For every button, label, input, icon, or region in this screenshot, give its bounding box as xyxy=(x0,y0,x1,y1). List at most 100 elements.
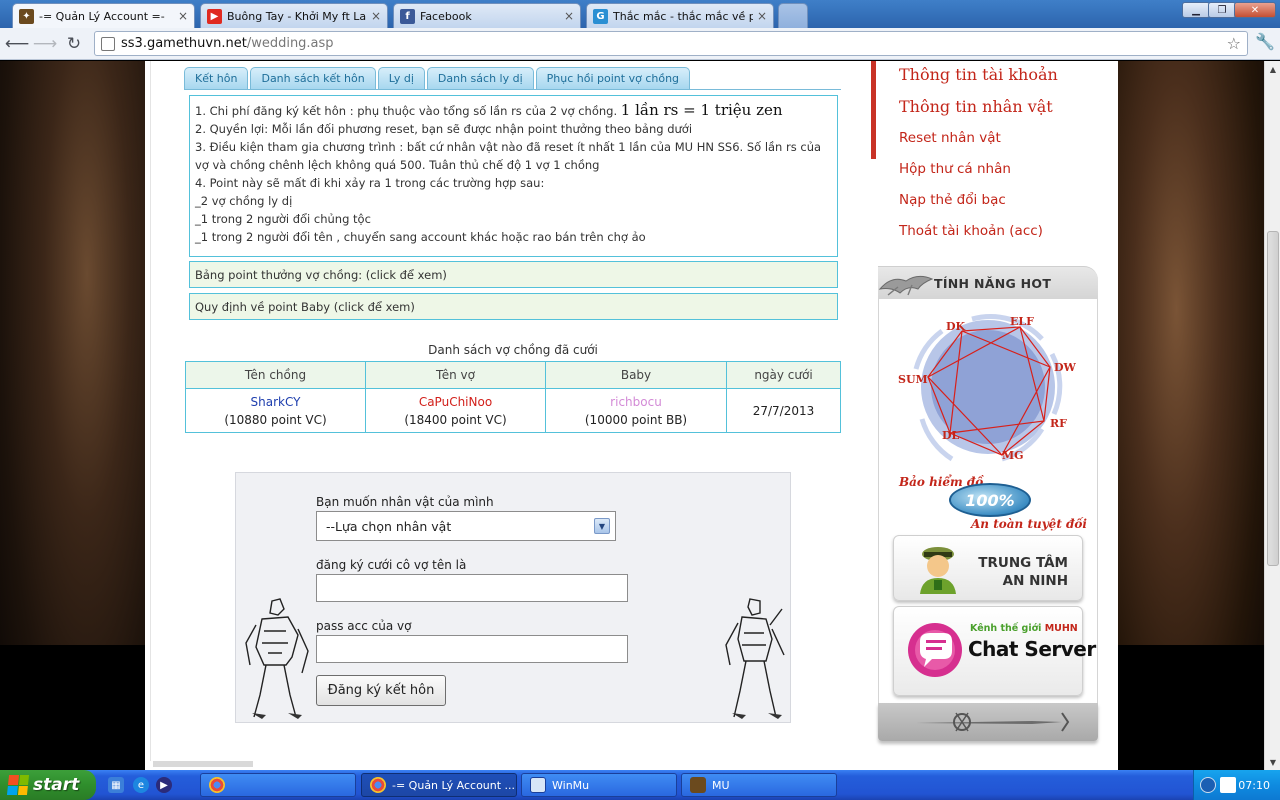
tab-ket-hon[interactable]: Kết hôn xyxy=(184,67,249,89)
back-arrow-icon[interactable]: ⟵ xyxy=(5,32,29,56)
chat-server-title: Chat Server xyxy=(968,637,1096,661)
scrollbar-thumb[interactable] xyxy=(1267,231,1279,566)
tab-danh-sach-ly-di[interactable]: Danh sách ly dị xyxy=(426,67,534,89)
chrome-icon xyxy=(209,777,225,793)
game-favicon-icon: ✦ xyxy=(19,8,34,24)
menu-character-info[interactable]: Thông tin nhân vật xyxy=(899,97,1053,116)
wife-password-input[interactable] xyxy=(316,635,628,663)
rule-point-loss: 4. Point này sẽ mất đi khi xảy ra 1 tron… xyxy=(195,176,545,190)
browser-tabbar: ✦ -= Quản Lý Account =- × ▶ Buông Tay - … xyxy=(0,0,1280,28)
hot-features-title: TÍNH NĂNG HOT xyxy=(934,276,1052,291)
close-tab-icon[interactable]: × xyxy=(371,9,381,23)
forum-favicon-icon: G xyxy=(593,8,608,24)
close-tab-icon[interactable]: × xyxy=(178,9,188,23)
class-label: DW xyxy=(1054,361,1077,374)
maximize-icon[interactable]: ❐ xyxy=(1208,2,1236,18)
warrior-sketch-left xyxy=(245,598,309,719)
browser-tab-facebook[interactable]: f Facebook × xyxy=(393,3,581,28)
security-center-button[interactable]: TRUNG TÂM AN NINH xyxy=(893,535,1083,601)
address-bar[interactable]: ss3.gamethuvn.net/wedding.asp ☆ xyxy=(94,31,1248,56)
browser-tab-youtube[interactable]: ▶ Buông Tay - Khởi My ft La Thăng × xyxy=(200,3,388,28)
page-scrollbar[interactable]: ▲ ▼ xyxy=(1264,61,1280,770)
internet-explorer-icon[interactable]: e xyxy=(133,777,149,793)
taskbar-winmu-window[interactable]: WinMu xyxy=(521,773,677,797)
married-list-table: Tên chồng Tên vợ Baby ngày cưới SharkCY … xyxy=(185,361,841,433)
close-tab-icon[interactable]: × xyxy=(564,9,574,23)
taskbar-chrome-window[interactable] xyxy=(200,773,356,797)
page-viewport: Kết hôn Danh sách kết hôn Ly dị Danh sác… xyxy=(0,61,1264,770)
warrior-sketch-right xyxy=(725,598,785,719)
wedding-date: 27/7/2013 xyxy=(726,388,841,433)
menu-topup-card[interactable]: Nạp thẻ đổi bạc xyxy=(899,192,1006,208)
character-select-label: Bạn muốn nhân vật của mình xyxy=(316,495,494,509)
reward-table-toggle[interactable]: Bảng point thưởng vợ chồng: (click để xe… xyxy=(189,261,838,288)
show-desktop-icon[interactable]: ▦ xyxy=(108,777,124,793)
wedding-tabs: Kết hôn Danh sách kết hôn Ly dị Danh sác… xyxy=(184,67,691,89)
class-wheel-diagram[interactable]: DK ELF DW RF MG DL SUM xyxy=(892,309,1084,469)
class-label: RF xyxy=(1050,417,1067,430)
chrome-icon xyxy=(370,777,386,793)
tray-back-icon[interactable] xyxy=(1200,777,1216,793)
husband-name: SharkCY xyxy=(250,394,301,409)
browser-tab-account[interactable]: ✦ -= Quản Lý Account =- × xyxy=(12,3,195,28)
chevron-down-icon[interactable]: ▼ xyxy=(594,518,610,534)
scroll-up-icon[interactable]: ▲ xyxy=(1265,61,1280,77)
page-bottom-bar xyxy=(153,761,253,767)
content-panel: Kết hôn Danh sách kết hôn Ly dị Danh sác… xyxy=(150,61,1113,761)
youtube-icon: ▶ xyxy=(207,8,222,24)
bookmark-star-icon[interactable]: ☆ xyxy=(1227,34,1241,53)
menu-reset-character[interactable]: Reset nhân vật xyxy=(899,130,1001,146)
sword-ornament-icon xyxy=(916,712,1070,732)
item-insurance-banner[interactable]: Bảo hiểm đồ 100% An toàn tuyệt đối xyxy=(899,473,1087,535)
insurance-subtitle: An toàn tuyệt đối xyxy=(971,517,1087,531)
browser-tab-forum[interactable]: G Thắc mắc - thắc mắc về poi bị × xyxy=(586,3,774,28)
chat-server-button[interactable]: Kênh thế giới MUHN Chat Server xyxy=(893,606,1096,696)
register-wedding-button[interactable]: Đăng ký kết hôn xyxy=(316,675,446,706)
baby-rules-toggle[interactable]: Quy định về point Baby (click để xem) xyxy=(189,293,838,320)
menu-account-info[interactable]: Thông tin tài khoản xyxy=(899,65,1058,84)
tab-title: Facebook xyxy=(420,9,472,23)
tab-phuc-hoi-point[interactable]: Phục hồi point vợ chồng xyxy=(535,67,691,89)
tab-title: Thắc mắc - thắc mắc về poi bị xyxy=(613,9,753,23)
forward-arrow-icon[interactable]: ⟶ xyxy=(33,32,57,56)
wife-pass-label: pass acc của vợ xyxy=(316,619,412,633)
taskbar-mu-window[interactable]: MU xyxy=(681,773,837,797)
wife-cell: CaPuChiNoo (18400 point VC) xyxy=(365,388,546,433)
table-header-row: Tên chồng Tên vợ Baby ngày cưới xyxy=(185,361,841,389)
background-art-right xyxy=(1118,61,1264,770)
col-wife: Tên vợ xyxy=(365,361,546,389)
wife-name-input[interactable] xyxy=(316,574,628,602)
table-row: SharkCY (10880 point VC) CaPuChiNoo (184… xyxy=(185,388,841,433)
taskbar-account-window[interactable]: -= Quản Lý Account ... xyxy=(361,773,517,797)
tray-ime-icon[interactable] xyxy=(1220,777,1236,793)
minimize-icon[interactable]: ▁ xyxy=(1182,2,1210,18)
menu-logout[interactable]: Thoát tài khoản (acc) xyxy=(899,223,1043,239)
cost-formula: 1 lần rs = 1 triệu zen xyxy=(620,101,783,119)
start-button[interactable]: start xyxy=(0,770,96,800)
tab-ly-di[interactable]: Ly dị xyxy=(377,67,425,89)
windows-logo-icon xyxy=(6,775,30,795)
media-player-icon[interactable]: ▶ xyxy=(156,777,172,793)
close-window-icon[interactable]: ✕ xyxy=(1234,2,1276,18)
new-tab-button[interactable] xyxy=(778,3,808,28)
reload-icon[interactable]: ↻ xyxy=(62,32,86,56)
scroll-down-icon[interactable]: ▼ xyxy=(1265,754,1280,770)
class-label: DK xyxy=(946,320,966,333)
mu-game-icon xyxy=(690,777,706,793)
menu-personal-mailbox[interactable]: Hộp thư cá nhân xyxy=(899,161,1011,177)
windows-taskbar: start ▦ e ▶ -= Quản Lý Account ... WinMu… xyxy=(0,770,1280,800)
baby-cell: richbocu (10000 point BB) xyxy=(545,388,727,433)
character-select[interactable]: --Lựa chọn nhân vật ▼ xyxy=(316,511,616,541)
browser-toolbar: ⟵ ⟶ ↻ ss3.gamethuvn.net/wedding.asp ☆ 🔧 xyxy=(0,28,1280,60)
loss-case: _1 trong 2 người đổi chủng tộc xyxy=(195,212,371,226)
wrench-menu-icon[interactable]: 🔧 xyxy=(1255,32,1275,51)
loss-case: _1 trong 2 người đổi tên , chuyển sang a… xyxy=(195,230,646,244)
close-tab-icon[interactable]: × xyxy=(757,9,767,23)
character-select-value: --Lựa chọn nhân vật xyxy=(326,518,452,534)
url-host: ss3.gamethuvn.net xyxy=(121,36,247,51)
wife-name-label: đăng ký cưới cô vợ tên là xyxy=(316,558,467,572)
tab-danh-sach-ket-hon[interactable]: Danh sách kết hôn xyxy=(250,67,376,89)
class-label: SUM xyxy=(898,373,928,386)
rule-cost: 1. Chi phí đăng ký kết hôn : phụ thuộc v… xyxy=(195,101,783,119)
col-husband: Tên chồng xyxy=(185,361,366,389)
